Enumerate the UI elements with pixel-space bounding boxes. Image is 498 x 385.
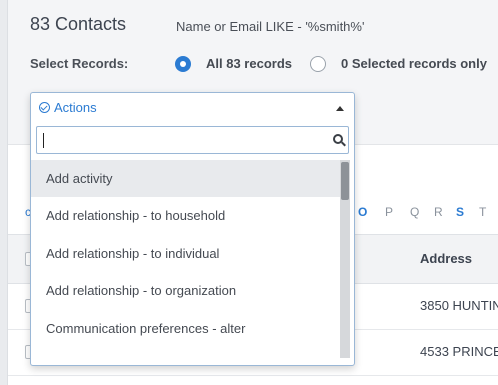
column-header-address[interactable]: Address <box>420 251 472 266</box>
alphabet-letter-r[interactable]: R <box>434 205 443 219</box>
caret-up-icon <box>336 106 344 111</box>
table-row <box>8 376 498 385</box>
page-title: 83 Contacts <box>30 14 127 34</box>
scrollbar-thumb[interactable] <box>341 162 349 200</box>
alphabet-letter-o[interactable]: O <box>358 205 367 219</box>
action-option-communication-preferences[interactable]: Communication preferences - alter <box>31 310 340 347</box>
text-cursor <box>43 133 44 148</box>
action-option-add-relationship-individual[interactable]: Add relationship - to individual <box>31 235 340 272</box>
row-address: 4533 PRINCE <box>420 344 498 359</box>
row-address: 3850 HUNTIN <box>420 298 498 313</box>
check-circle-icon <box>39 102 50 113</box>
actions-label: Actions <box>54 100 97 115</box>
dropdown-scrollbar[interactable] <box>340 160 350 358</box>
search-criteria: Name or Email LIKE - '%smith%' <box>176 19 365 34</box>
all-records-label[interactable]: All 83 records <box>206 56 292 71</box>
actions-dropdown-toggle[interactable]: Actions <box>31 93 354 123</box>
action-option-add-relationship-household[interactable]: Add relationship - to household <box>31 197 340 234</box>
alphabet-letter-t[interactable]: T <box>479 205 486 219</box>
all-records-radio[interactable] <box>175 56 191 72</box>
selected-records-label[interactable]: 0 Selected records only <box>341 56 487 71</box>
select-records-label: Select Records: <box>30 56 129 71</box>
selected-records-radio[interactable] <box>310 56 326 72</box>
actions-dropdown[interactable]: Actions Add activity Add relationship - … <box>30 92 355 366</box>
alphabet-letter-s[interactable]: S <box>456 205 464 219</box>
action-option-add-activity[interactable]: Add activity <box>31 160 340 197</box>
search-icon <box>333 134 347 148</box>
page-left-edge <box>0 0 8 385</box>
action-option-add-relationship-organization[interactable]: Add relationship - to organization <box>31 272 340 309</box>
actions-option-list: Add activity Add relationship - to house… <box>31 160 340 358</box>
alphabet-letter-p[interactable]: P <box>385 205 393 219</box>
actions-search-input[interactable] <box>36 126 349 154</box>
alphabet-letter-q[interactable]: Q <box>410 205 419 219</box>
